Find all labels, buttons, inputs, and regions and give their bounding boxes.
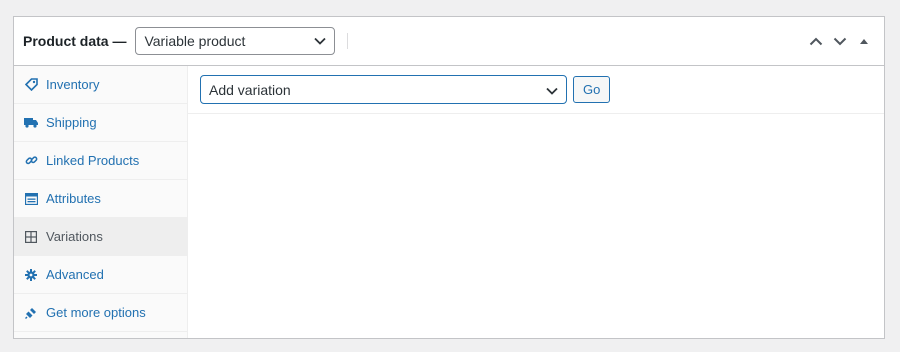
chevron-down-icon [314,37,327,45]
tab-attributes[interactable]: Attributes [14,180,187,218]
move-up-button[interactable] [804,29,828,53]
product-data-tabs: Inventory Shipping Linked Products Attri… [14,66,188,338]
grid-icon [24,230,38,244]
link-icon [24,154,38,168]
gear-icon [24,268,38,282]
tab-inventory[interactable]: Inventory [14,66,187,104]
tab-get-more-options[interactable]: Get more options [14,294,187,332]
tab-variations[interactable]: Variations [14,218,187,256]
toggle-panel-button[interactable] [852,29,876,53]
list-icon [24,192,38,206]
box-controls [804,17,876,65]
tab-linked-products[interactable]: Linked Products [14,142,187,180]
tag-icon [24,78,38,92]
tab-label: Shipping [46,115,97,130]
variation-action-value: Add variation [209,81,291,98]
product-data-box: Product data — Variable product Inventor… [13,16,885,339]
product-type-value: Variable product [144,33,246,49]
tab-shipping[interactable]: Shipping [14,104,187,142]
tab-advanced[interactable]: Advanced [14,256,187,294]
product-data-title: Product data — [23,33,127,49]
tab-label: Attributes [46,191,101,206]
tab-label: Get more options [46,305,146,320]
chevron-down-icon [833,37,847,45]
triangle-up-icon [860,38,868,44]
chevron-up-icon [809,37,823,45]
variations-toolbar: Add variation Go [188,66,884,114]
product-type-select[interactable]: Variable product [135,27,336,55]
tab-label: Advanced [46,267,104,282]
tab-label: Linked Products [46,153,140,168]
tab-label: Inventory [46,77,100,92]
chevron-down-icon [546,82,558,98]
go-button[interactable]: Go [573,76,611,103]
variation-action-select[interactable]: Add variation [200,75,567,104]
plugin-icon [24,306,38,320]
truck-icon [24,116,38,130]
header-divider [347,33,349,49]
variations-panel: Add variation Go [188,66,884,338]
tab-label: Variations [46,229,103,244]
move-down-button[interactable] [828,29,852,53]
product-data-header: Product data — Variable product [14,17,884,66]
